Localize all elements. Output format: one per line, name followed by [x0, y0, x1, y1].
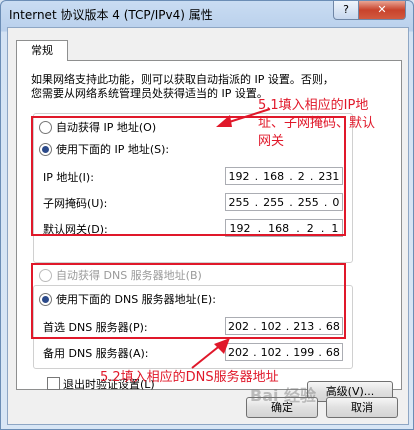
dns-arrow-icon — [191, 338, 230, 369]
ip-annotation: 5.1填入相应的IP地 址、子网掩码、默认 网关 — [258, 97, 375, 151]
watermark-logo: Bai 经验 — [250, 386, 317, 405]
alternate-dns-field[interactable]: 202. 102. 199. 68 — [225, 343, 343, 361]
ip-annotation-line-3: 网关 — [258, 134, 285, 149]
window-title: Internet 协议版本 4 (TCP/IPv4) 属性 — [9, 8, 213, 22]
dns-octet: 68 — [325, 345, 340, 359]
help-button[interactable]: ? — [333, 1, 359, 20]
dns-octet: 199 — [293, 345, 315, 359]
dns-octet: 102 — [260, 345, 282, 359]
ip-dot: . — [318, 345, 322, 359]
ip-dot: . — [285, 345, 290, 359]
dns-highlight-box — [31, 263, 346, 339]
tab-general[interactable]: 常规 — [16, 40, 68, 61]
validate-checkbox[interactable] — [47, 377, 60, 390]
title-bar[interactable]: Internet 协议版本 4 (TCP/IPv4) 属性 ? ✕ — [1, 1, 413, 25]
alternate-dns-label: 备用 DNS 服务器(A): — [43, 347, 149, 360]
close-button[interactable]: ✕ — [358, 1, 406, 20]
ip-dot: . — [253, 345, 257, 359]
ip-annotation-line-2: 址、子网掩码、默认 — [258, 116, 376, 131]
description-line-1: 如果网络支持此功能，则可以获取自动指派的 IP 设置。否则， — [31, 73, 334, 86]
ip-annotation-line-1: 5.1填入相应的IP地 — [258, 98, 369, 113]
